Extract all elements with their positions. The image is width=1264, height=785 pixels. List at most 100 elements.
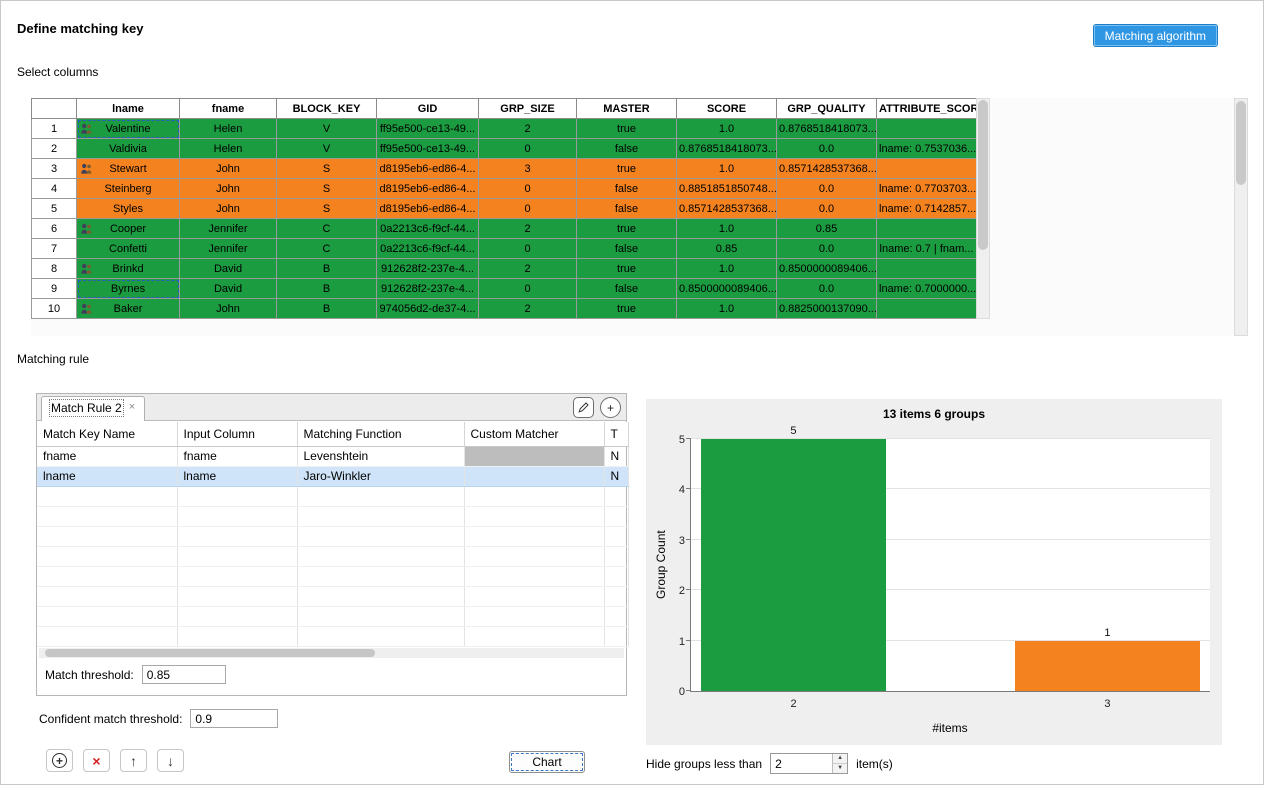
cell-block_key[interactable]: B [277,259,377,279]
spin-down-icon[interactable]: ▼ [833,763,847,773]
table-row[interactable]: 8BrinkdDavidB912628f2-237e-4...2true1.00… [32,259,977,279]
cell-attribute_scor[interactable]: lname: 0.7537036... [877,139,977,159]
cell-master[interactable]: true [577,159,677,179]
cell-lname[interactable]: Styles [77,199,180,219]
cell-lname[interactable]: Cooper [77,219,180,239]
cell-grp_size[interactable]: 2 [479,299,577,319]
cell-attribute_scor[interactable] [877,119,977,139]
cell-grp_quality[interactable]: 0.8500000089406... [777,259,877,279]
cell-grp_quality[interactable]: 0.0 [777,179,877,199]
cell-fname[interactable]: Jennifer [180,239,277,259]
rule-cell-t[interactable]: N [604,446,628,466]
cell-grp_quality[interactable]: 0.85 [777,219,877,239]
cell-master[interactable]: false [577,279,677,299]
cell-score[interactable]: 0.85 [677,239,777,259]
cell-grp_size[interactable]: 0 [479,279,577,299]
cell-fname[interactable]: Jennifer [180,219,277,239]
column-header-grp_size[interactable]: GRP_SIZE [479,99,577,119]
cell-score[interactable]: 0.8571428537368... [677,199,777,219]
cell-gid[interactable]: 0a2213c6-f9cf-44... [377,239,479,259]
cell-grp_size[interactable]: 2 [479,219,577,239]
rule-cell-inputcolumn[interactable]: fname [177,446,297,466]
rule-cell-custommatcher[interactable] [464,446,604,466]
rule-column-header-t[interactable]: T [604,422,628,446]
cell-block_key[interactable]: V [277,119,377,139]
cell-fname[interactable]: David [180,279,277,299]
table-row[interactable]: 7ConfettiJenniferC0a2213c6-f9cf-44...0fa… [32,239,977,259]
cell-grp_quality[interactable]: 0.8768518418073... [777,119,877,139]
column-header-score[interactable]: SCORE [677,99,777,119]
cell-fname[interactable]: John [180,159,277,179]
cell-lname[interactable]: Steinberg [77,179,180,199]
cell-master[interactable]: true [577,259,677,279]
table-row[interactable]: 4SteinbergJohnSd8195eb6-ed86-4...0false0… [32,179,977,199]
cell-grp_quality[interactable]: 0.8571428537368... [777,159,877,179]
rule-hscrollbar[interactable] [39,648,624,658]
cell-master[interactable]: true [577,219,677,239]
rule-cell-matchingfunction[interactable]: Jaro-Winkler [297,466,464,486]
cell-gid[interactable]: ff95e500-ce13-49... [377,139,479,159]
cell-grp_size[interactable]: 2 [479,119,577,139]
table-row[interactable]: 9ByrnesDavidB912628f2-237e-4...0false0.8… [32,279,977,299]
spin-up-icon[interactable]: ▲ [833,754,847,763]
cell-grp_size[interactable]: 0 [479,239,577,259]
cell-score[interactable]: 1.0 [677,299,777,319]
column-header-fname[interactable]: fname [180,99,277,119]
cell-grp_quality[interactable]: 0.0 [777,279,877,299]
add-key-button[interactable]: + [46,749,73,772]
cell-score[interactable]: 0.8851851850748... [677,179,777,199]
cell-attribute_scor[interactable] [877,159,977,179]
table-row[interactable]: 1ValentineHelenVff95e500-ce13-49...2true… [32,119,977,139]
cell-master[interactable]: true [577,119,677,139]
table-row[interactable]: 6CooperJenniferC0a2213c6-f9cf-44...2true… [32,219,977,239]
cell-fname[interactable]: David [180,259,277,279]
cell-score[interactable]: 1.0 [677,219,777,239]
cell-master[interactable]: false [577,239,677,259]
rule-column-header-matchkeyname[interactable]: Match Key Name [37,422,177,446]
cell-master[interactable]: false [577,179,677,199]
cell-lname[interactable]: Baker [77,299,180,319]
cell-lname[interactable]: Confetti [77,239,180,259]
rule-cell-t[interactable]: N [604,466,628,486]
cell-gid[interactable]: d8195eb6-ed86-4... [377,199,479,219]
cell-lname[interactable]: Valentine [77,119,180,139]
cell-lname[interactable]: Brinkd [77,259,180,279]
confident-threshold-input[interactable] [190,709,278,728]
table-scrollbar[interactable] [976,98,990,319]
add-rule-button[interactable]: + [600,397,621,418]
panel-scrollbar-thumb[interactable] [1236,101,1246,185]
cell-gid[interactable]: 912628f2-237e-4... [377,259,479,279]
cell-fname[interactable]: John [180,299,277,319]
matching-algorithm-button[interactable]: Matching algorithm [1094,25,1217,46]
cell-gid[interactable]: d8195eb6-ed86-4... [377,179,479,199]
column-header-lname[interactable]: lname [77,99,180,119]
cell-attribute_scor[interactable]: lname: 0.7000000... [877,279,977,299]
table-row[interactable]: 2ValdiviaHelenVff95e500-ce13-49...0false… [32,139,977,159]
cell-block_key[interactable]: S [277,179,377,199]
cell-score[interactable]: 1.0 [677,159,777,179]
cell-attribute_scor[interactable]: lname: 0.7703703... [877,179,977,199]
table-scrollbar-thumb[interactable] [978,100,988,250]
cell-block_key[interactable]: B [277,299,377,319]
hide-groups-input[interactable] [771,754,832,773]
cell-fname[interactable]: John [180,199,277,219]
rule-row[interactable]: lnamelnameJaro-WinklerN [37,466,628,486]
cell-score[interactable]: 1.0 [677,259,777,279]
cell-attribute_scor[interactable] [877,259,977,279]
rule-column-header-custommatcher[interactable]: Custom Matcher [464,422,604,446]
move-up-button[interactable]: ↑ [120,749,147,772]
rule-cell-custommatcher[interactable] [464,466,604,486]
table-row[interactable]: 5StylesJohnSd8195eb6-ed86-4...0false0.85… [32,199,977,219]
rule-cell-matchkeyname[interactable]: lname [37,466,177,486]
cell-attribute_scor[interactable] [877,219,977,239]
column-header-corner[interactable] [32,99,77,119]
cell-block_key[interactable]: S [277,199,377,219]
tab-match-rule-2[interactable]: Match Rule 2 × [41,396,145,421]
cell-attribute_scor[interactable]: lname: 0.7142857... [877,199,977,219]
rule-hscrollbar-thumb[interactable] [45,649,375,657]
column-header-gid[interactable]: GID [377,99,479,119]
cell-lname[interactable]: Stewart [77,159,180,179]
rule-cell-matchkeyname[interactable]: fname [37,446,177,466]
rule-cell-inputcolumn[interactable]: lname [177,466,297,486]
table-row[interactable]: 3StewartJohnSd8195eb6-ed86-4...3true1.00… [32,159,977,179]
